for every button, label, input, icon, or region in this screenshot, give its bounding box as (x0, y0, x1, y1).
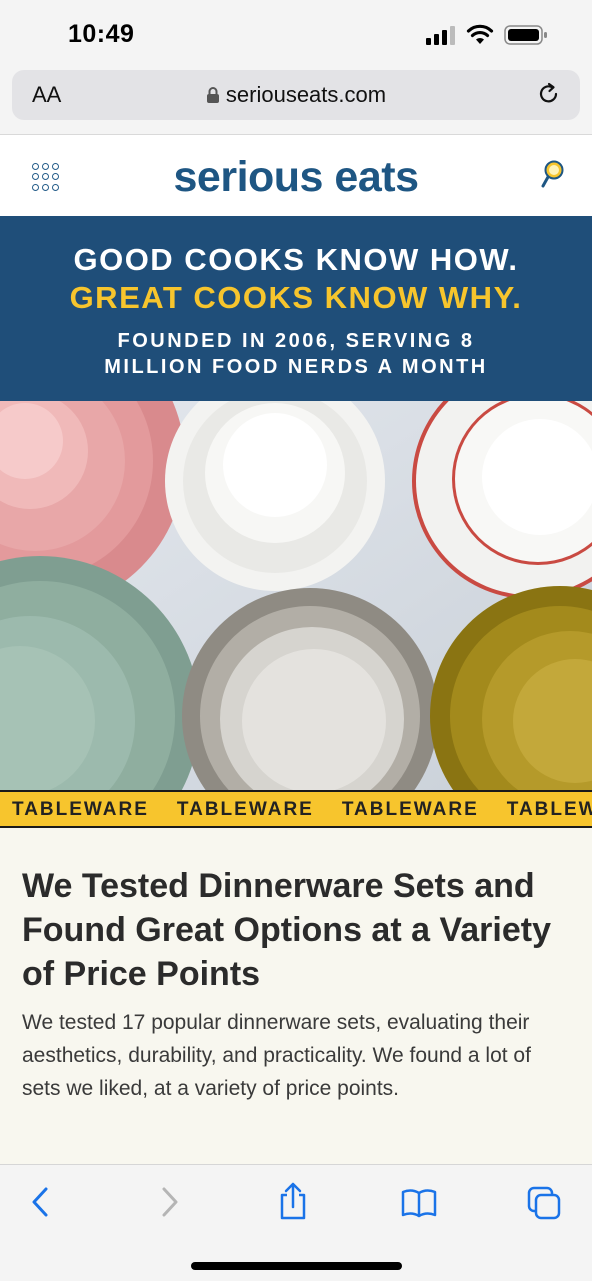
article-teaser[interactable]: We Tested Dinnerware Sets and Found Grea… (0, 828, 592, 1164)
lock-icon (206, 87, 219, 103)
ticker-item[interactable]: TABLEWARE (342, 792, 479, 826)
chevron-right-icon (162, 1187, 178, 1217)
share-icon (280, 1182, 306, 1220)
site-header: serious eats (0, 135, 592, 216)
back-button[interactable] (28, 1185, 54, 1224)
forward-button[interactable] (156, 1185, 182, 1224)
site-logo[interactable]: serious eats (0, 153, 592, 202)
tagline-banner: GOOD COOKS KNOW HOW. GREAT COOKS KNOW WH… (0, 216, 592, 401)
chevron-left-icon (32, 1187, 48, 1217)
url-text: seriouseats.com (225, 82, 387, 107)
book-icon (401, 1189, 437, 1218)
category-ticker[interactable]: TABLEWARE TABLEWARE TABLEWARE TABLEWARE (0, 790, 592, 828)
ticker-item[interactable]: TABLEWARE (177, 792, 314, 826)
hero-image[interactable] (0, 401, 592, 790)
ticker-item[interactable]: TABLEWARE (12, 792, 149, 826)
tabs-button[interactable] (526, 1185, 562, 1226)
home-indicator[interactable] (191, 1262, 402, 1270)
search-button[interactable] (540, 159, 566, 196)
ticker-item[interactable]: TABLEWARE (507, 792, 592, 826)
tabs-icon (527, 1186, 561, 1220)
browser-top-bar: AA seriouseats.com (0, 68, 592, 135)
banner-line-1: GOOD COOKS KNOW HOW. (73, 242, 519, 277)
magnifier-icon (541, 160, 564, 188)
dinnerware-photo (0, 401, 592, 790)
address-bar[interactable]: AA seriouseats.com (12, 70, 580, 120)
cellular-signal-icon (426, 26, 455, 45)
status-bar: 10:49 (0, 0, 592, 68)
reload-button[interactable] (536, 81, 562, 112)
article-headline[interactable]: We Tested Dinnerware Sets and Found Grea… (22, 864, 566, 996)
status-icons (426, 24, 548, 46)
article-summary: We tested 17 popular dinnerware sets, ev… (22, 1011, 531, 1100)
status-time: 10:49 (68, 20, 135, 48)
banner-tagline: FOUNDED IN 2006, SERVING 8 MILLION FOOD … (104, 330, 488, 378)
banner-line-2: GREAT COOKS KNOW WHY. (69, 280, 523, 315)
reload-icon (539, 82, 558, 103)
bookmarks-button[interactable] (400, 1187, 438, 1224)
battery-icon (504, 25, 547, 45)
share-button[interactable] (278, 1181, 308, 1226)
url-display[interactable]: seriouseats.com (12, 82, 580, 108)
wifi-icon (466, 24, 494, 44)
